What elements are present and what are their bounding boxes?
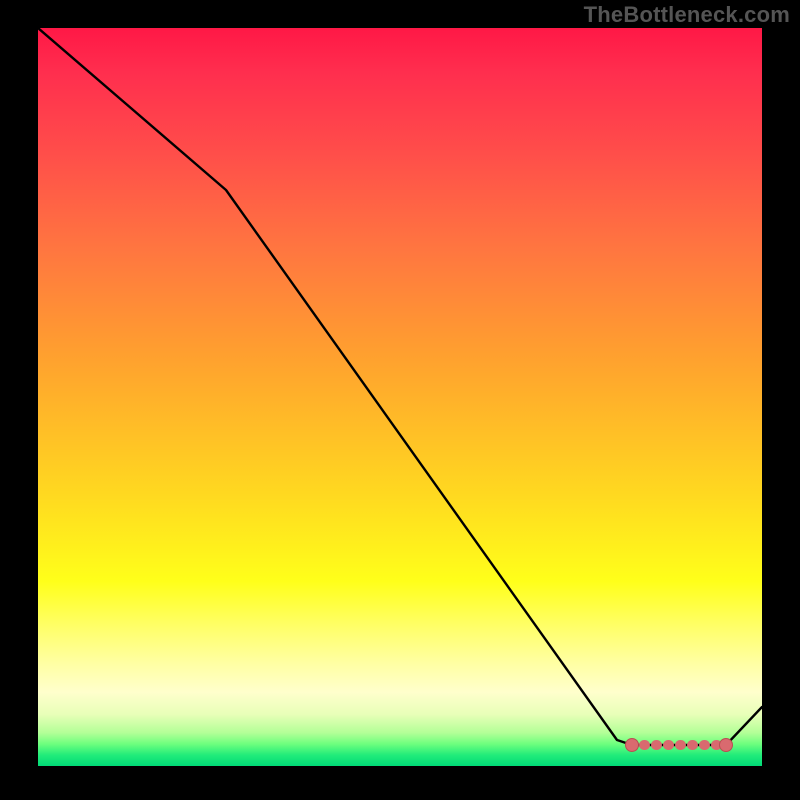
marker-start-icon [626,739,639,752]
marker-end-icon [720,739,733,752]
chart-frame: TheBottleneck.com [0,0,800,800]
chart-line [38,28,762,745]
plot-area [38,28,762,766]
watermark-text: TheBottleneck.com [584,2,790,28]
chart-overlay [38,28,762,766]
